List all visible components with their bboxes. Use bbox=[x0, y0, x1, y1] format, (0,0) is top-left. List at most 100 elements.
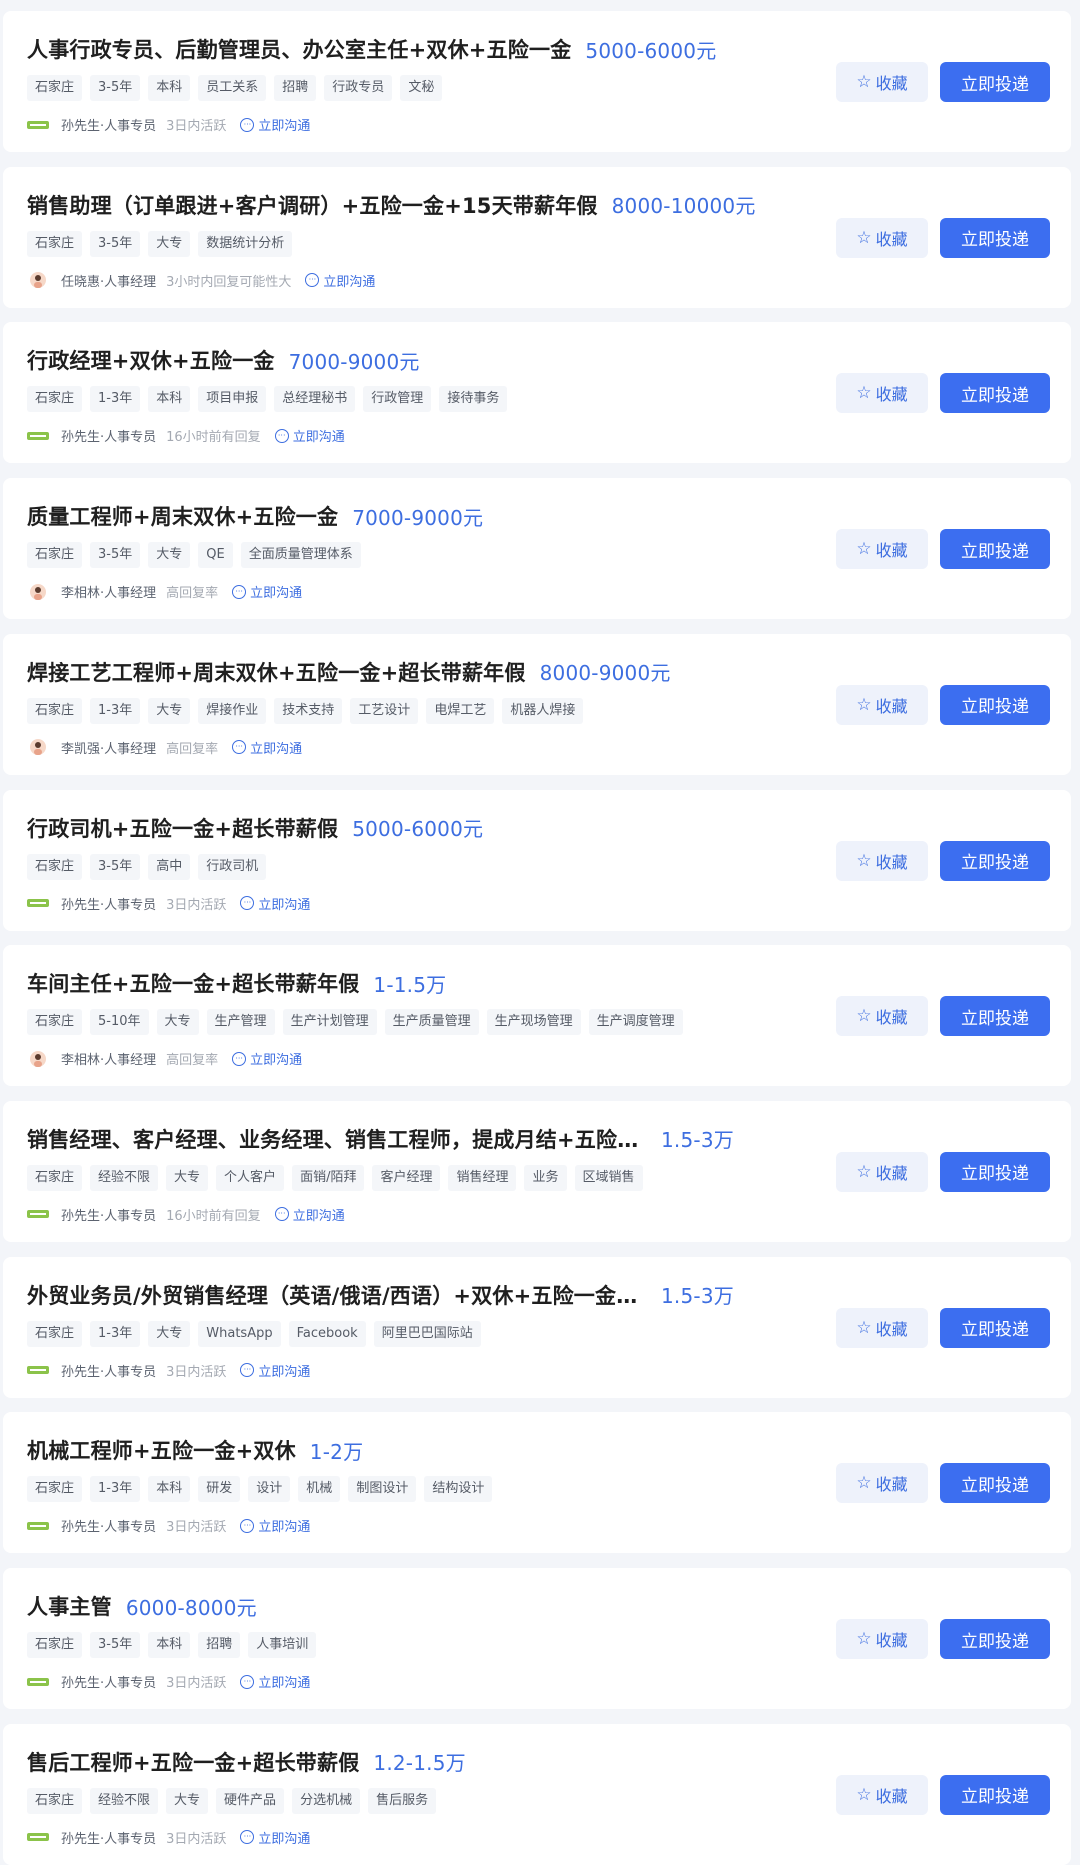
favorite-button[interactable]: ☆ 收藏 bbox=[836, 996, 928, 1037]
job-card[interactable]: 质量工程师+周末双休+五险一金 7000-9000元 石家庄 3-5年 大专 QE 全面… bbox=[3, 478, 1071, 620]
company-logo-icon bbox=[27, 895, 49, 911]
favorite-button[interactable]: ☆ 收藏 bbox=[836, 1463, 928, 1504]
favorite-button[interactable]: ☆ 收藏 bbox=[836, 217, 928, 258]
job-tag: 全面质量管理体系 bbox=[240, 542, 361, 569]
favorite-label: 收藏 bbox=[875, 1319, 908, 1339]
recruiter-name: 孙先生·人事专员 bbox=[61, 1520, 157, 1536]
job-title[interactable]: 焊接工艺工程师+周末双休+五险一金+超长带薪年假 bbox=[27, 657, 526, 687]
job-title[interactable]: 售后工程师+五险一金+超长带薪假 bbox=[27, 1747, 359, 1777]
recruiter-info: 孙先生·人事专员 3日内活跃 ··· 立即沟通 bbox=[27, 1361, 310, 1380]
apply-button[interactable]: 立即投递 bbox=[940, 373, 1050, 414]
job-tag: 售后服务 bbox=[368, 1787, 437, 1814]
job-tag: 总经理秘书 bbox=[274, 386, 356, 413]
apply-button[interactable]: 立即投递 bbox=[940, 1151, 1050, 1192]
job-title[interactable]: 车间主任+五险一金+超长带薪年假 bbox=[27, 968, 359, 998]
job-card[interactable]: 销售助理（订单跟进+客户调研）+五险一金+15天带薪年假 8000-10000元… bbox=[3, 166, 1071, 308]
apply-button[interactable]: 立即投递 bbox=[940, 1307, 1050, 1348]
job-title[interactable]: 销售助理（订单跟进+客户调研）+五险一金+15天带薪年假 bbox=[27, 190, 598, 220]
salary: 7000-9000元 bbox=[288, 349, 420, 374]
chat-label: 立即沟通 bbox=[258, 119, 311, 134]
job-title[interactable]: 人事主管 bbox=[27, 1591, 112, 1621]
salary: 1-1.5万 bbox=[373, 972, 447, 997]
apply-button[interactable]: 立即投递 bbox=[940, 1774, 1050, 1815]
job-card[interactable]: 销售经理、客户经理、业务经理、销售工程师，提成月结+五险一金 1.5-3万 石家… bbox=[3, 1100, 1071, 1242]
favorite-button[interactable]: ☆ 收藏 bbox=[836, 373, 928, 414]
apply-button[interactable]: 立即投递 bbox=[940, 529, 1050, 570]
apply-button[interactable]: 立即投递 bbox=[940, 1619, 1050, 1659]
apply-button[interactable]: 立即投递 bbox=[940, 217, 1050, 258]
chat-link[interactable]: ··· 立即沟通 bbox=[274, 426, 345, 445]
chat-link[interactable]: ··· 立即沟通 bbox=[240, 1672, 310, 1691]
job-card[interactable]: 车间主任+五险一金+超长带薪年假 1-1.5万 石家庄 5-10年 大专 生产管理 生产… bbox=[3, 945, 1071, 1087]
chat-label: 立即沟通 bbox=[250, 586, 303, 602]
job-tag: 经验不限 bbox=[90, 1787, 159, 1814]
job-title-row: 外贸业务员/外贸销售经理（英语/俄语/西语）+双休+五险一金+… 1.5-3万 bbox=[27, 1279, 734, 1311]
job-tags: 石家庄 经验不限 大专 硬件产品 分选机械 售后服务 bbox=[27, 1787, 437, 1814]
job-tag: 石家庄 bbox=[27, 1476, 83, 1503]
job-card[interactable]: 人事主管 6000-8000元 石家庄 3-5年 本科 招聘 人事培训 孙先生·人事专员… bbox=[3, 1568, 1071, 1709]
favorite-button[interactable]: ☆ 收藏 bbox=[836, 1307, 928, 1348]
chat-link[interactable]: ··· 立即沟通 bbox=[240, 1361, 310, 1380]
favorite-label: 收藏 bbox=[875, 1475, 908, 1495]
favorite-button[interactable]: ☆ 收藏 bbox=[836, 1619, 928, 1659]
apply-button[interactable]: 立即投递 bbox=[940, 840, 1050, 881]
favorite-button[interactable]: ☆ 收藏 bbox=[836, 840, 928, 881]
chat-link[interactable]: ··· 立即沟通 bbox=[240, 1828, 310, 1847]
favorite-button[interactable]: ☆ 收藏 bbox=[836, 529, 928, 570]
job-tag: 石家庄 bbox=[27, 1009, 83, 1036]
job-tag: 生产管理 bbox=[206, 1009, 275, 1036]
job-title[interactable]: 行政经理+双休+五险一金 bbox=[27, 345, 275, 375]
avatar bbox=[27, 583, 49, 600]
chat-link[interactable]: ··· 立即沟通 bbox=[232, 582, 302, 601]
company-logo-icon bbox=[27, 1829, 49, 1845]
job-card[interactable]: 售后工程师+五险一金+超长带薪假 1.2-1.5万 石家庄 经验不限 大专 硬件产品分… bbox=[3, 1723, 1071, 1865]
job-title[interactable]: 质量工程师+周末双休+五险一金 bbox=[27, 501, 338, 531]
chat-link[interactable]: ··· 立即沟通 bbox=[240, 894, 310, 913]
job-tag: 大专 bbox=[156, 1009, 199, 1036]
job-title[interactable]: 行政司机+五险一金+超长带薪假 bbox=[27, 813, 338, 843]
job-title[interactable]: 人事行政专员、后勤管理员、办公室主任+双休+五险一金 bbox=[27, 34, 571, 64]
apply-button[interactable]: 立即投递 bbox=[940, 684, 1050, 725]
job-tag: QE bbox=[198, 542, 233, 569]
apply-button[interactable]: 立即投递 bbox=[940, 996, 1050, 1037]
chat-link[interactable]: ··· 立即沟通 bbox=[274, 1205, 345, 1224]
job-title-row: 车间主任+五险一金+超长带薪年假 1-1.5万 bbox=[27, 967, 446, 999]
apply-button[interactable]: 立即投递 bbox=[940, 1463, 1050, 1504]
recruiter-info: 李相林·人事经理 高回复率 ··· 立即沟通 bbox=[27, 582, 302, 601]
job-card[interactable]: 行政经理+双休+五险一金 7000-9000元 石家庄 1-3年 本科 项目申报 总经理… bbox=[3, 322, 1071, 464]
job-card[interactable]: 外贸业务员/外贸销售经理（英语/俄语/西语）+双休+五险一金+… 1.5-3万 … bbox=[3, 1256, 1071, 1398]
job-card[interactable]: 人事行政专员、后勤管理员、办公室主任+双休+五险一金 5000-6000元 石家… bbox=[3, 11, 1071, 152]
favorite-button[interactable]: ☆ 收藏 bbox=[836, 62, 928, 102]
apply-button[interactable]: 立即投递 bbox=[940, 62, 1050, 102]
recruiter-activity: 高回复率 bbox=[166, 1053, 219, 1069]
chat-link[interactable]: ··· 立即沟通 bbox=[240, 1516, 310, 1535]
job-title[interactable]: 销售经理、客户经理、业务经理、销售工程师，提成月结+五险一金 bbox=[27, 1124, 647, 1154]
job-title[interactable]: 外贸业务员/外贸销售经理（英语/俄语/西语）+双休+五险一金+… bbox=[27, 1280, 647, 1310]
job-tag: 业务 bbox=[524, 1164, 567, 1191]
chat-link[interactable]: ··· 立即沟通 bbox=[232, 1049, 302, 1068]
job-tag: 1-3年 bbox=[90, 697, 141, 724]
favorite-button[interactable]: ☆ 收藏 bbox=[836, 1774, 928, 1815]
star-icon: ☆ bbox=[856, 694, 872, 715]
job-title[interactable]: 机械工程师+五险一金+双休 bbox=[27, 1435, 296, 1465]
job-tag: 本科 bbox=[148, 1632, 191, 1658]
recruiter-name: 孙先生·人事专员 bbox=[61, 1364, 157, 1380]
job-card[interactable]: 焊接工艺工程师+周末双休+五险一金+超长带薪年假 8000-9000元 石家庄 1… bbox=[3, 633, 1071, 775]
job-tag: 本科 bbox=[148, 386, 191, 413]
chat-link[interactable]: ··· 立即沟通 bbox=[305, 271, 375, 290]
avatar bbox=[27, 739, 49, 756]
job-tags: 石家庄 1-3年 大专 焊接作业 技术支持 工艺设计 电焊工艺 机器人焊接 bbox=[27, 697, 584, 724]
favorite-button[interactable]: ☆ 收藏 bbox=[836, 1151, 928, 1192]
favorite-label: 收藏 bbox=[875, 1786, 908, 1806]
chat-link[interactable]: ··· 立即沟通 bbox=[240, 115, 310, 134]
favorite-button[interactable]: ☆ 收藏 bbox=[836, 684, 928, 725]
salary: 6000-8000元 bbox=[125, 1595, 257, 1620]
job-title-row: 销售经理、客户经理、业务经理、销售工程师，提成月结+五险一金 1.5-3万 bbox=[27, 1123, 734, 1155]
job-tag: 行政司机 bbox=[198, 853, 267, 880]
job-card[interactable]: 机械工程师+五险一金+双休 1-2万 石家庄 1-3年 本科 研发 设计 机械 制图设计 结构… bbox=[3, 1412, 1071, 1554]
job-card[interactable]: 行政司机+五险一金+超长带薪假 5000-6000元 石家庄 3-5年 高中 行政司机… bbox=[3, 789, 1071, 931]
recruiter-name: 孙先生·人事专员 bbox=[61, 1831, 157, 1847]
job-tag: 项目申报 bbox=[198, 386, 267, 413]
job-tag: 大专 bbox=[148, 542, 191, 569]
chat-link[interactable]: ··· 立即沟通 bbox=[232, 738, 302, 757]
